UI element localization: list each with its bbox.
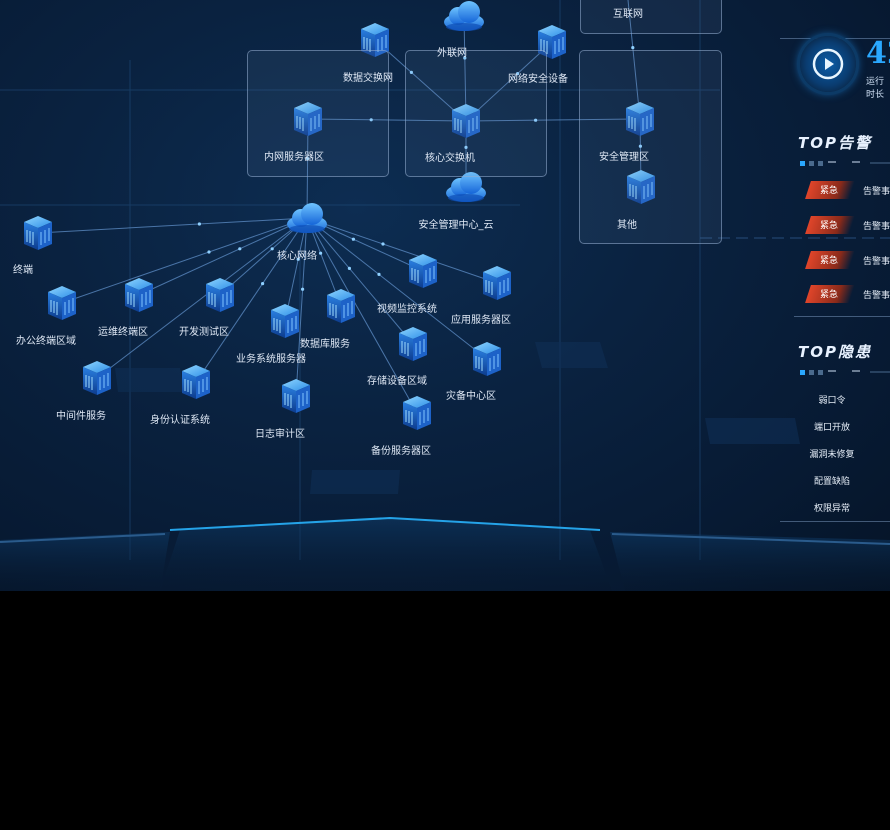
node-label: 备份服务器区 xyxy=(371,446,431,457)
node-label: 视频监控系统 xyxy=(377,304,437,315)
server-icon[interactable] xyxy=(403,396,431,430)
link-flow-dot xyxy=(270,247,274,251)
link-flow-dot xyxy=(301,287,305,291)
link-flow-dot xyxy=(319,251,323,255)
node-label: 数据交换网 xyxy=(343,73,393,84)
topology-dashboard: 外联网数据交换网 网络安全设备内网服务器区 核心交换机 安全管理区安全管理中心_云 其他… xyxy=(0,0,890,591)
server-icon[interactable] xyxy=(409,254,437,288)
node-label: 终端 xyxy=(13,265,33,276)
runtime-stat-label: 运行时长 xyxy=(866,77,885,100)
node-label: 核心网络 xyxy=(277,251,317,262)
group-top-right xyxy=(580,0,722,34)
alert-item[interactable]: 紧急 告警事件_S xyxy=(805,216,890,234)
section-dots-decoration xyxy=(800,161,890,166)
node-label: 中间件服务 xyxy=(56,411,106,422)
link-flow-dot xyxy=(238,247,242,251)
hazard-item[interactable]: 配置缺陷 xyxy=(780,474,884,487)
node-label: 内网服务器区 xyxy=(264,152,324,163)
topology-link xyxy=(61,217,308,304)
link-flow-dot xyxy=(381,242,385,246)
alert-level: 紧急 xyxy=(820,256,839,266)
server-icon[interactable] xyxy=(206,278,234,312)
link-flow-dot xyxy=(197,222,201,226)
cloud-icon[interactable] xyxy=(287,203,327,233)
server-icon[interactable] xyxy=(483,266,511,300)
topology-link xyxy=(37,217,308,234)
alert-item[interactable]: 紧急 告警事件_C xyxy=(805,285,890,303)
hazard-item[interactable]: 权限异常 xyxy=(780,501,884,514)
alert-level: 紧急 xyxy=(820,221,839,231)
server-icon[interactable] xyxy=(282,379,310,413)
section-dots-decoration xyxy=(800,370,890,375)
background-panels xyxy=(115,342,800,494)
node-label: 其他 xyxy=(617,220,637,231)
top-hazards-title: TOP隐患 xyxy=(798,343,872,361)
server-icon[interactable] xyxy=(271,304,299,338)
alert-level: 紧急 xyxy=(820,186,839,196)
node-label: 互联网 xyxy=(613,9,643,20)
floor-frame xyxy=(0,516,890,591)
node-label: 灾备中心区 xyxy=(446,391,496,402)
server-icon[interactable] xyxy=(83,361,111,395)
alert-text: 告警事件_S xyxy=(863,187,890,197)
link-flow-dot xyxy=(347,266,351,270)
node-label: 安全管理中心_云 xyxy=(418,220,494,231)
topology-link xyxy=(306,217,414,345)
hazard-item[interactable]: 漏洞未修复 xyxy=(780,447,884,460)
link-flow-dot xyxy=(351,237,355,241)
node-label: 网络安全设备 xyxy=(508,74,568,85)
right-panel: 42 运行时长 TOP告警 紧急 告警事件_S 紧急 告警事件_S 紧急 告警事… xyxy=(780,0,890,591)
link-flow-dot xyxy=(261,282,265,286)
hazard-item[interactable]: 端口开放 xyxy=(780,420,884,433)
server-icon[interactable] xyxy=(182,365,210,399)
server-icon[interactable] xyxy=(327,289,355,323)
node-label: 存储设备区域 xyxy=(367,376,427,387)
alert-item[interactable]: 紧急 告警事件_S xyxy=(805,181,890,199)
node-label: 数据库服务 xyxy=(300,339,350,350)
node-label: 身份认证系统 xyxy=(150,415,210,426)
group-right xyxy=(579,50,722,244)
cloud-icon[interactable] xyxy=(444,1,484,31)
alert-text: 告警事件_C xyxy=(863,291,890,301)
node-label: 应用服务器区 xyxy=(451,315,511,326)
node-label: 开发测试区 xyxy=(179,327,229,338)
link-flow-dot xyxy=(377,272,381,276)
server-icon[interactable] xyxy=(48,286,76,320)
top-alerts-title: TOP告警 xyxy=(798,134,872,152)
link-flow-dot xyxy=(631,46,635,50)
node-label: 外联网 xyxy=(437,48,467,59)
alert-text: 告警事件_S xyxy=(863,222,890,232)
alert-level: 紧急 xyxy=(820,290,839,300)
node-label: 安全管理区 xyxy=(599,152,649,163)
node-label: 运维终端区 xyxy=(98,327,148,338)
node-label: 日志审计区 xyxy=(255,429,305,440)
alert-item[interactable]: 紧急 告警事件_S xyxy=(805,251,890,269)
link-flow-dot xyxy=(207,250,211,254)
runtime-stat-icon[interactable] xyxy=(800,36,856,92)
server-icon[interactable] xyxy=(399,327,427,361)
node-label: 办公终端区域 xyxy=(16,336,76,347)
alert-text: 告警事件_S xyxy=(863,257,890,267)
server-icon[interactable] xyxy=(125,278,153,312)
node-label: 核心交换机 xyxy=(425,153,475,164)
server-icon[interactable] xyxy=(473,342,501,376)
runtime-stat-value: 42 xyxy=(866,36,890,71)
node-label: 业务系统服务器 xyxy=(236,354,306,365)
server-icon[interactable] xyxy=(24,216,52,250)
hazard-item[interactable]: 弱口令 xyxy=(780,393,884,406)
